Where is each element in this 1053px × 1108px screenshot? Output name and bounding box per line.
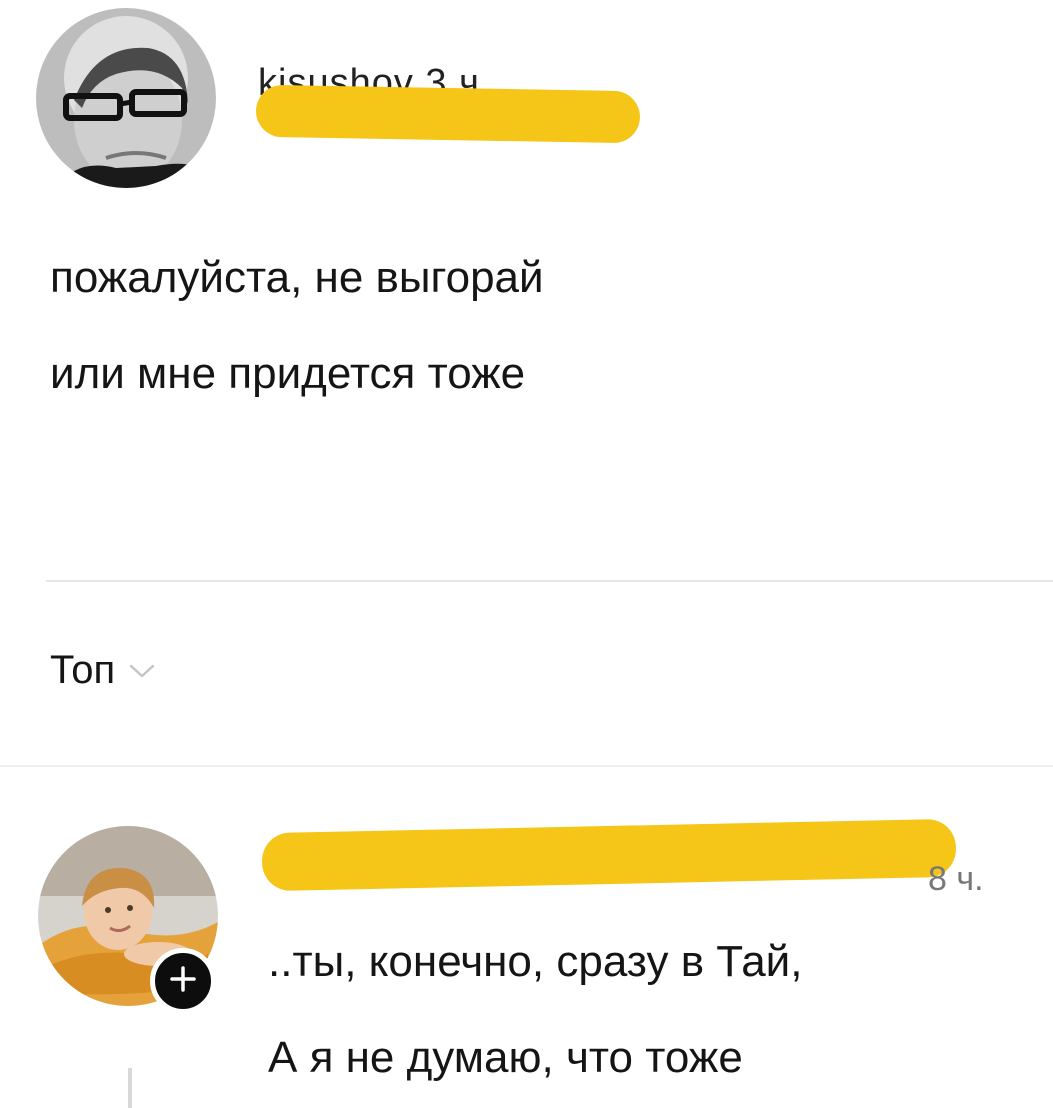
sort-label: Топ — [50, 648, 116, 692]
plus-icon — [169, 965, 197, 998]
sort-dropdown[interactable]: Топ — [50, 648, 155, 693]
comment-timestamp: 8 ч. — [928, 860, 984, 898]
comment-text-line-1: ..ты, конечно, сразу в Тай, — [268, 937, 803, 986]
divider — [46, 580, 1053, 582]
follow-button[interactable] — [150, 948, 216, 1014]
post-text-line-2: или мне придется тоже — [50, 349, 526, 398]
username-redaction-mark — [255, 84, 641, 144]
comment-text-line-2: А я не думаю, что тоже — [268, 1033, 743, 1082]
divider — [0, 765, 1053, 767]
username-redaction-mark — [261, 818, 957, 892]
chevron-down-icon — [129, 663, 155, 684]
post-author-avatar[interactable] — [36, 8, 216, 188]
post-text-line-1: пожалуйста, не выгорай — [50, 253, 544, 302]
reply-thread-line — [128, 1068, 132, 1108]
